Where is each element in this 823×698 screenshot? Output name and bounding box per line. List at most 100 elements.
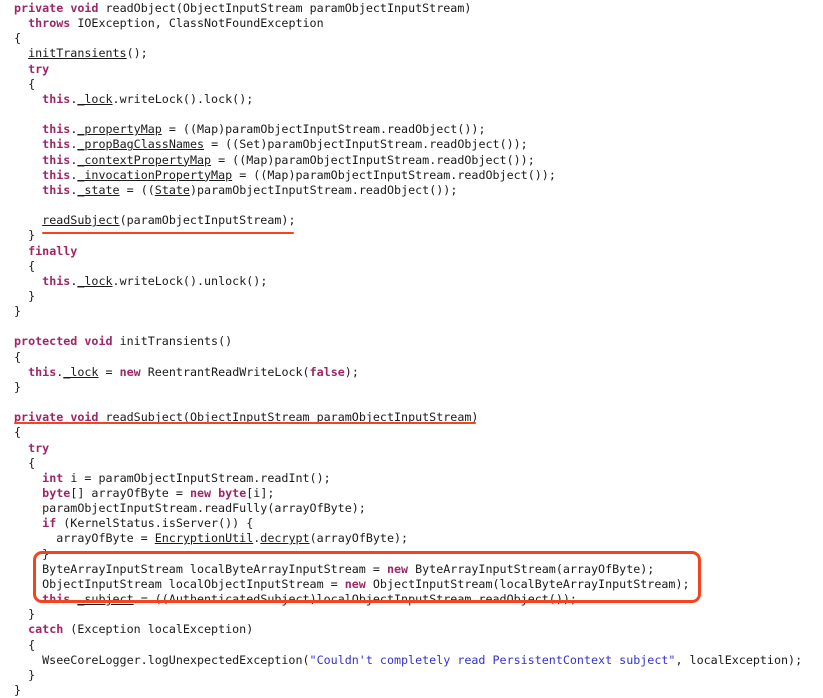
code-token: this xyxy=(42,273,71,288)
code-line: } xyxy=(0,289,823,304)
code-line: byte[] arrayOfByte = new byte[i]; xyxy=(0,486,823,501)
code-line: this._lock = new ReentrantReadWriteLock(… xyxy=(0,365,823,380)
code-token: this xyxy=(42,137,71,152)
code-token: _lock xyxy=(77,91,113,106)
code-line: paramObjectInputStream.readFully(arrayOf… xyxy=(0,501,823,516)
code-token: ObjectInputStream(localByteArrayInputStr… xyxy=(365,576,690,591)
code-token: this xyxy=(42,182,71,197)
code-token: void xyxy=(70,1,99,15)
code-token: .writeLock().lock(); xyxy=(112,91,254,106)
code-token: { xyxy=(14,637,36,652)
code-token: ); xyxy=(344,364,359,379)
code-line: { xyxy=(0,350,823,365)
code-token: { xyxy=(14,258,36,273)
code-token: (KernelStatus.isServer()) { xyxy=(56,516,254,531)
code-line: finally xyxy=(0,244,823,259)
code-token: new xyxy=(386,561,409,576)
code-line: try xyxy=(0,62,823,77)
code-line: this._invocationPropertyMap = ((Map)para… xyxy=(0,168,823,183)
code-token: )paramObjectInputStream.readObject()); xyxy=(189,182,458,197)
code-listing: private void readObject(ObjectInputStrea… xyxy=(0,0,823,698)
code-token: ByteArrayInputStream(arrayOfByte); xyxy=(408,561,655,576)
code-line: private void readObject(ObjectInputStrea… xyxy=(0,1,823,16)
code-line: } xyxy=(0,380,823,395)
code-token: = ((Map)paramObjectInputStream.readObjec… xyxy=(232,167,556,182)
code-line: this._lock.writeLock().unlock(); xyxy=(0,274,823,289)
code-token: _propBagClassNames xyxy=(77,137,205,152)
code-token: { xyxy=(14,76,36,91)
code-token: initTransients() xyxy=(112,334,233,349)
code-token: _lock xyxy=(63,364,99,379)
code-token: decrypt xyxy=(260,531,310,546)
code-line: } xyxy=(0,668,823,683)
code-token: paramObjectInputStream.readFully(arrayOf… xyxy=(14,501,366,516)
code-line: ObjectInputStream localObjectInputStream… xyxy=(0,577,823,592)
code-token: } xyxy=(14,607,36,622)
code-token: [i]; xyxy=(246,486,275,500)
code-token: } xyxy=(14,228,36,243)
code-token: = ((Map)paramObjectInputStream.readObjec… xyxy=(211,152,535,167)
code-line: if (KernelStatus.isServer()) { xyxy=(0,516,823,531)
code-token: { xyxy=(14,31,22,46)
code-token: this xyxy=(42,122,71,137)
readSubject-call-underline xyxy=(42,232,294,234)
code-token: _contextPropertyMap xyxy=(77,152,212,167)
code-line: this._lock.writeLock().lock(); xyxy=(0,92,823,107)
code-token: } xyxy=(14,683,22,698)
code-token: readSubject xyxy=(42,213,120,228)
code-line: throws IOException, ClassNotFoundExcepti… xyxy=(0,16,823,31)
code-token: catch xyxy=(28,622,64,637)
code-token: = ((AuthenticatedSubject)localObjectInpu… xyxy=(133,592,577,607)
code-token: this xyxy=(42,91,71,106)
code-token: _subject xyxy=(77,592,134,607)
code-token: byte xyxy=(218,486,247,500)
code-viewer: private void readObject(ObjectInputStrea… xyxy=(0,0,823,697)
code-token: ReentrantReadWriteLock( xyxy=(140,364,310,379)
code-token: = ((Map)paramObjectInputStream.readObjec… xyxy=(161,122,486,137)
code-token: , localException); xyxy=(675,652,803,667)
code-token: try xyxy=(28,440,50,455)
code-token: IOException, ClassNotFoundException xyxy=(70,16,324,31)
code-token: ObjectInputStream localObjectInputStream… xyxy=(14,576,345,591)
readSubject-signature-underline xyxy=(14,422,476,424)
code-line: readSubject(paramObjectInputStream); xyxy=(0,213,823,228)
code-line: { xyxy=(0,77,823,92)
code-line: } xyxy=(0,547,823,562)
code-line: { xyxy=(0,638,823,653)
code-line: arrayOfByte = EncryptionUtil.decrypt(arr… xyxy=(0,531,823,546)
code-line: this._state = ((State)paramObjectInputSt… xyxy=(0,183,823,198)
code-token: false xyxy=(309,364,345,379)
code-token: _invocationPropertyMap xyxy=(77,167,233,182)
code-token: byte xyxy=(42,486,71,500)
code-token: if xyxy=(42,516,57,531)
code-token: (Exception localException) xyxy=(63,622,254,637)
code-token: } xyxy=(14,546,50,561)
code-token: protected xyxy=(14,334,78,349)
code-line: } xyxy=(0,683,823,698)
code-token: try xyxy=(28,61,50,76)
code-line: } xyxy=(0,304,823,319)
code-token: ByteArrayInputStream localByteArrayInput… xyxy=(14,561,387,576)
code-token: new xyxy=(189,486,212,500)
code-line: initTransients(); xyxy=(0,46,823,61)
code-token: { xyxy=(14,425,22,440)
code-line: { xyxy=(0,456,823,471)
code-token: this xyxy=(42,152,71,167)
code-line: this._propertyMap = ((Map)paramObjectInp… xyxy=(0,122,823,137)
code-token: (arrayOfByte); xyxy=(309,531,409,546)
code-token: { xyxy=(14,455,36,470)
code-line: } xyxy=(0,607,823,622)
code-token: new xyxy=(119,364,141,379)
